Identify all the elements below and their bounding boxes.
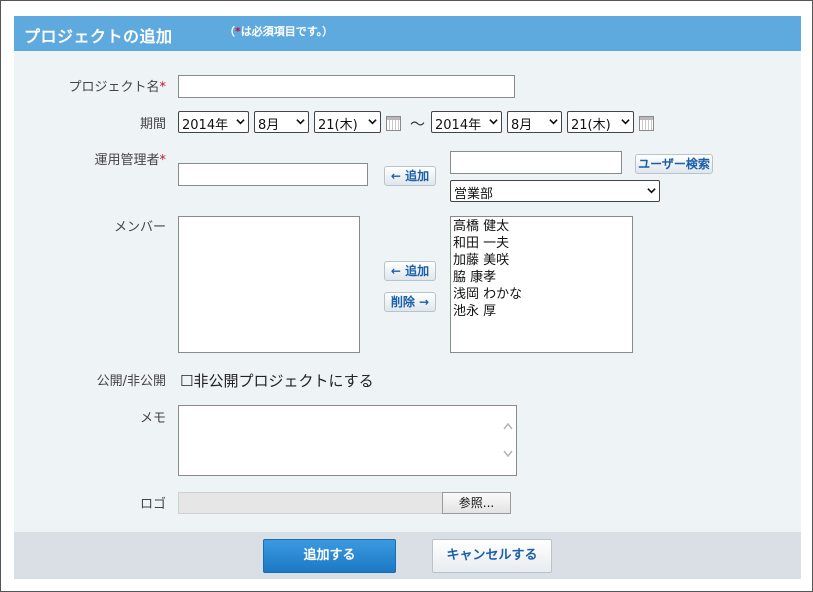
- scroll-down-icon[interactable]: [503, 450, 513, 458]
- members-label: メンバー: [113, 220, 166, 235]
- dialog-footer: 追加する キャンセルする: [14, 532, 801, 579]
- required-mark: *: [159, 153, 167, 168]
- start-month-select[interactable]: 8月: [254, 111, 309, 133]
- end-day-value: 21(木): [571, 118, 611, 133]
- memo-label: メモ: [139, 411, 166, 426]
- private-project-checkbox[interactable]: ☐非公開プロジェクトにする: [180, 370, 374, 391]
- start-year-select[interactable]: 2014年: [178, 111, 249, 133]
- list-item[interactable]: 脇 康孝: [451, 269, 632, 286]
- start-month-value: 8月: [258, 118, 280, 133]
- list-item[interactable]: 池永 厚: [451, 303, 632, 320]
- chevron-down-icon: [621, 119, 630, 125]
- dialog-header: プロジェクトの追加 （*は必須項目です。）: [14, 16, 801, 51]
- chevron-down-icon: [489, 119, 498, 125]
- checkbox-icon[interactable]: ☐: [180, 372, 193, 390]
- start-year-value: 2014年: [182, 118, 229, 133]
- manager-input[interactable]: [178, 163, 368, 186]
- cancel-button[interactable]: キャンセルする: [432, 539, 552, 573]
- start-day-value: 21(木): [318, 118, 358, 133]
- list-item[interactable]: 浅岡 わかな: [451, 286, 632, 303]
- submit-add-button[interactable]: 追加する: [263, 539, 396, 573]
- start-day-select[interactable]: 21(木): [314, 111, 381, 133]
- dialog-title: プロジェクトの追加: [24, 27, 173, 46]
- required-note: （*は必須項目です。）: [224, 23, 333, 39]
- candidates-listbox[interactable]: 高橋 健太 和田 一夫 加藤 美咲 脇 康孝 浅岡 わかな 池永 厚: [450, 216, 633, 353]
- user-search-button[interactable]: ユーザー検索: [635, 154, 713, 174]
- end-month-select[interactable]: 8月: [507, 111, 562, 133]
- required-note-open: （: [224, 25, 235, 38]
- end-month-value: 8月: [511, 118, 533, 133]
- end-year-value: 2014年: [435, 118, 482, 133]
- department-value: 営業部: [454, 187, 494, 202]
- member-add-button[interactable]: ← 追加: [384, 261, 436, 281]
- private-project-label: 非公開プロジェクトにする: [193, 372, 374, 390]
- project-name-input[interactable]: [178, 75, 515, 98]
- chevron-down-icon: [368, 119, 377, 125]
- logo-file-field[interactable]: [178, 492, 443, 514]
- end-year-select[interactable]: 2014年: [431, 111, 502, 133]
- members-listbox[interactable]: [178, 216, 360, 353]
- list-item[interactable]: 加藤 美咲: [451, 252, 632, 269]
- memo-textarea[interactable]: [178, 405, 517, 476]
- add-project-panel: プロジェクトの追加 （*は必須項目です。） プロジェクト名* 期間 2014年 …: [14, 16, 801, 579]
- user-search-input[interactable]: [450, 151, 622, 174]
- chevron-down-icon: [647, 188, 656, 194]
- required-mark: *: [159, 80, 167, 95]
- period-separator: 〜: [410, 115, 426, 133]
- calendar-icon[interactable]: [386, 116, 401, 131]
- list-item[interactable]: 和田 一夫: [451, 235, 632, 252]
- required-note-text: は必須項目です。）: [240, 25, 334, 38]
- member-remove-button[interactable]: 削除 →: [384, 292, 436, 312]
- project-name-label: プロジェクト名*: [68, 76, 166, 95]
- list-item[interactable]: 高橋 健太: [451, 218, 632, 235]
- logo-label: ロゴ: [139, 497, 166, 512]
- visibility-label: 公開/非公開: [96, 374, 166, 389]
- calendar-icon[interactable]: [639, 116, 654, 131]
- department-select[interactable]: 営業部: [450, 180, 660, 202]
- chevron-down-icon: [236, 119, 245, 125]
- period-label: 期間: [139, 117, 166, 132]
- manager-add-button[interactable]: ← 追加: [384, 166, 436, 186]
- chevron-down-icon: [549, 119, 558, 125]
- scroll-up-icon[interactable]: [503, 422, 513, 430]
- browse-button[interactable]: 参照...: [442, 492, 511, 514]
- manager-label-text: 運用管理者: [94, 153, 160, 168]
- dialog-window: プロジェクトの追加 （*は必須項目です。） プロジェクト名* 期間 2014年 …: [0, 0, 813, 592]
- chevron-down-icon: [296, 119, 305, 125]
- manager-label: 運用管理者*: [94, 149, 166, 168]
- project-name-label-text: プロジェクト名: [68, 80, 160, 95]
- end-day-select[interactable]: 21(木): [567, 111, 634, 133]
